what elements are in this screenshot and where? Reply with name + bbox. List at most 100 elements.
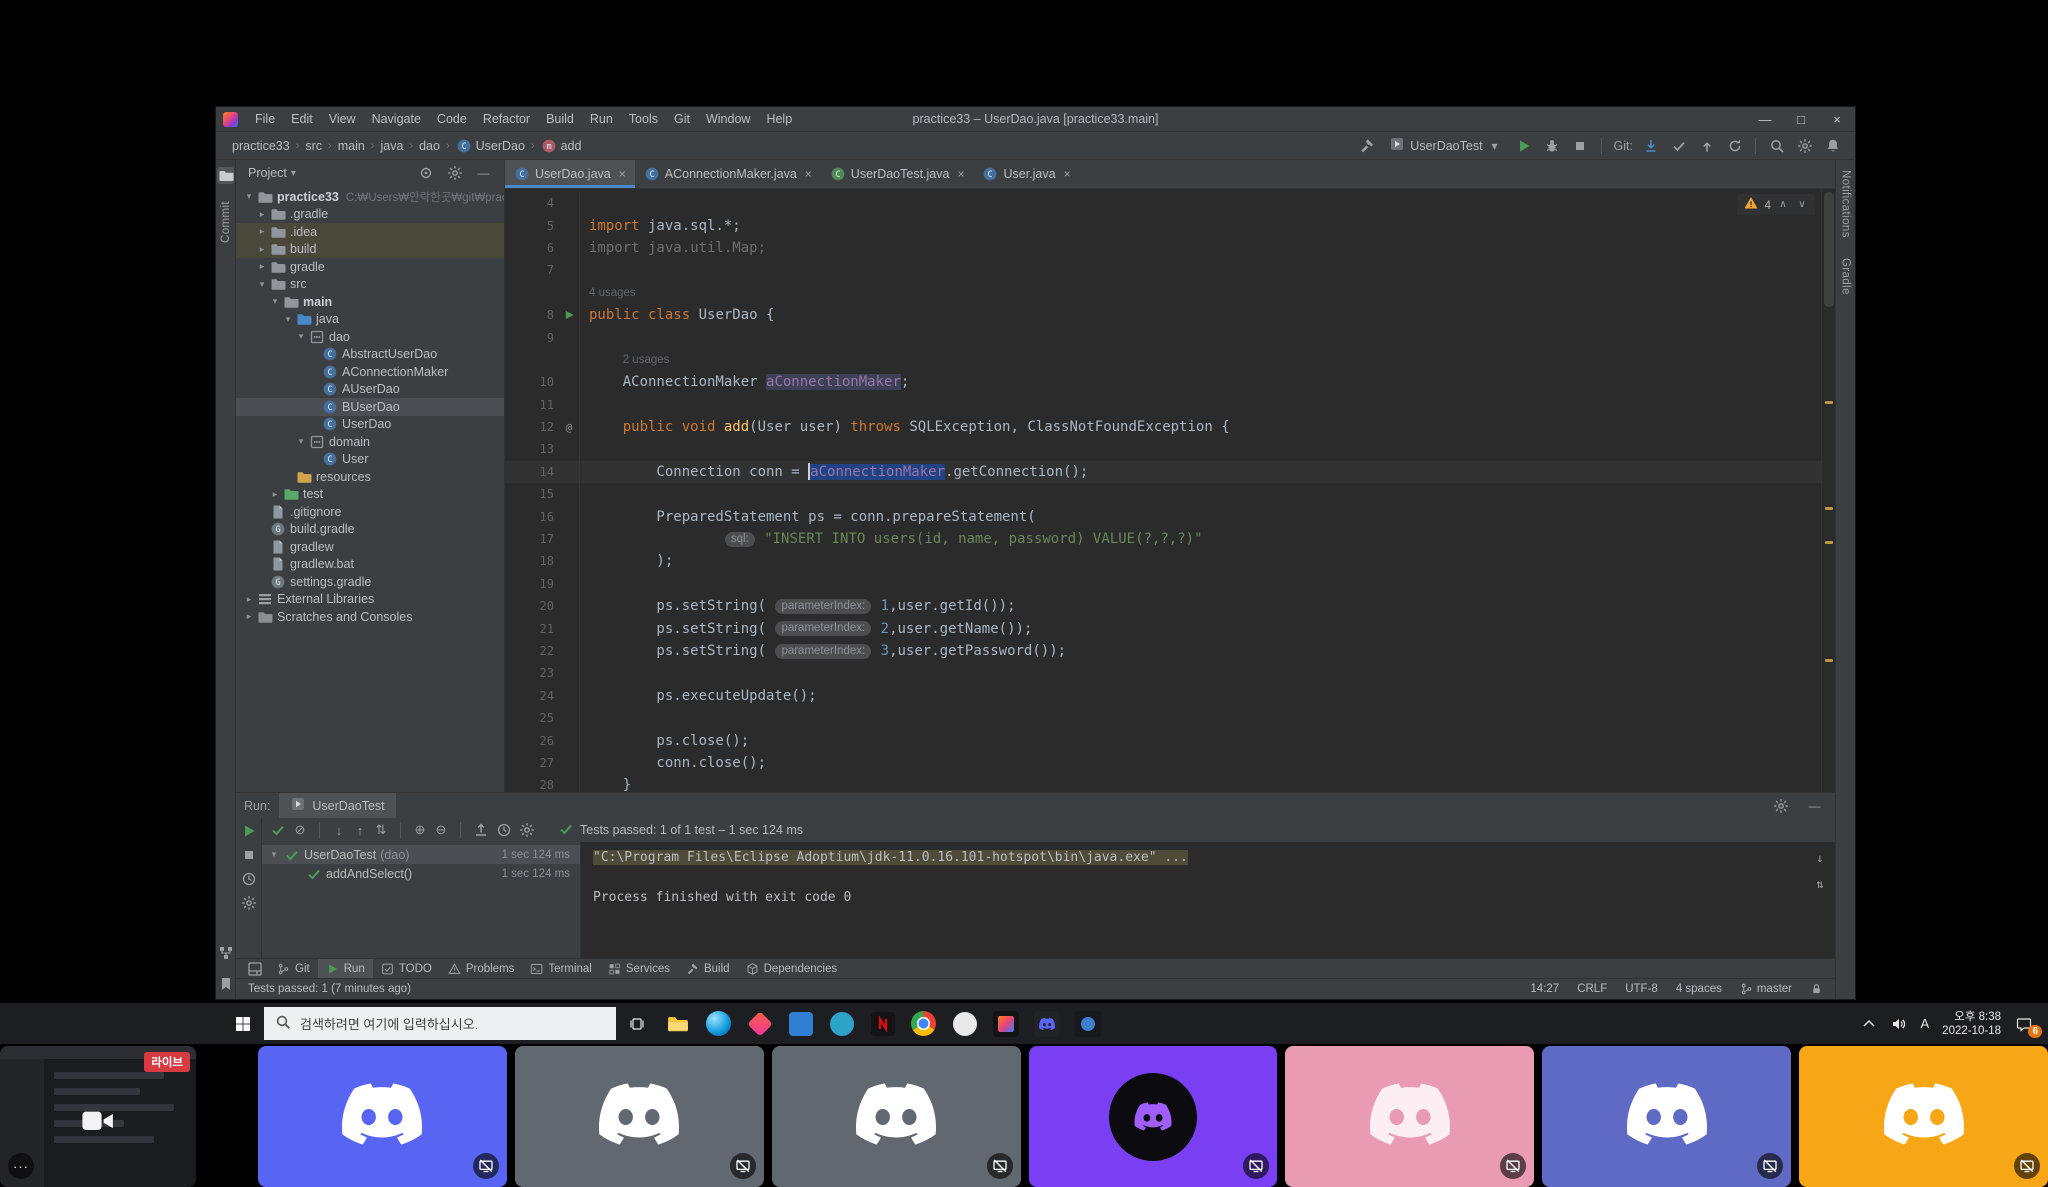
tool-window-button-dependencies[interactable]: Dependencies — [738, 959, 846, 978]
chevron-right-icon[interactable]: ▸ — [242, 611, 256, 622]
participant-tile-4[interactable] — [1029, 1046, 1278, 1187]
menu-code[interactable]: Code — [429, 107, 475, 131]
menu-tools[interactable]: Tools — [621, 107, 666, 131]
status-item-utf-8[interactable]: UTF-8 — [1625, 983, 1658, 995]
taskbar-edge-button[interactable] — [698, 1003, 739, 1044]
editor-scrollbar[interactable] — [1821, 189, 1835, 792]
dn-icon[interactable]: ↓ — [332, 822, 346, 838]
tree-item-test[interactable]: ▸test — [236, 486, 504, 504]
tree-item-build-gradle[interactable]: Gbuild.gradle — [236, 521, 504, 539]
tree-item-gradle[interactable]: ▸.gradle — [236, 206, 504, 224]
run-panel-options-button[interactable] — [1768, 795, 1793, 817]
build-button[interactable] — [1354, 135, 1379, 157]
tool-window-button-git[interactable]: Git — [269, 959, 318, 978]
next-problem-icon[interactable]: ∨ — [1795, 197, 1809, 213]
tab-close-icon[interactable]: × — [957, 167, 964, 181]
notifications-button[interactable] — [1820, 135, 1845, 157]
chevron-down-icon[interactable]: ▾ — [268, 296, 282, 307]
run-button[interactable] — [1512, 135, 1537, 157]
run-console[interactable]: "C:\Program Files\Eclipse Adoptium\jdk-1… — [581, 842, 1835, 958]
tool-window-button-run[interactable]: Run — [318, 959, 373, 978]
run-tab[interactable]: UserDaoTest — [279, 793, 395, 818]
tree-item-external-libraries[interactable]: ▸External Libraries — [236, 591, 504, 609]
chevron-right-icon[interactable]: ▸ — [242, 594, 256, 605]
participant-tile-3[interactable] — [772, 1046, 1021, 1187]
tool-window-button-todo[interactable]: TODO — [373, 959, 440, 978]
status-item[interactable] — [1810, 983, 1823, 996]
taskbar-task-view-button[interactable] — [616, 1003, 657, 1044]
taskbar-intellij-button[interactable] — [985, 1003, 1026, 1044]
bookmarks-tool-button[interactable] — [217, 975, 234, 992]
participant-tile-5[interactable] — [1285, 1046, 1534, 1187]
taskbar-toolbox-button[interactable] — [739, 1003, 780, 1044]
slash-icon[interactable]: ⊘ — [293, 822, 307, 838]
gradle-tool-button[interactable]: Gradle — [1840, 258, 1852, 295]
menu-run[interactable]: Run — [582, 107, 621, 131]
run-configuration-select[interactable]: UserDaoTest ▾ — [1382, 134, 1508, 157]
participant-tile-7[interactable] — [1799, 1046, 2048, 1187]
ime-indicator[interactable]: A — [1921, 1016, 1930, 1031]
breadcrumb-dao[interactable]: dao — [417, 139, 442, 153]
code-editor[interactable]: 45import java.sql.*;6import java.util.Ma… — [505, 189, 1835, 792]
taskbar-discord-button[interactable] — [1026, 1003, 1067, 1044]
taskbar-chrome-button[interactable] — [903, 1003, 944, 1044]
taskbar-app-blue-button[interactable] — [780, 1003, 821, 1044]
tab-close-icon[interactable]: × — [619, 167, 626, 181]
action-center-button[interactable]: 6 — [2014, 1014, 2034, 1034]
gear-icon[interactable] — [241, 895, 257, 911]
tree-item-src[interactable]: ▾src — [236, 276, 504, 294]
git-update-button[interactable] — [1638, 135, 1663, 157]
tree-item-gradlew-bat[interactable]: gradlew.bat — [236, 556, 504, 574]
tree-item-userdao[interactable]: CUserDao — [236, 416, 504, 434]
tree-item-build[interactable]: ▸build — [236, 241, 504, 259]
tree-item-java[interactable]: ▾java — [236, 311, 504, 329]
breadcrumb-java[interactable]: java — [378, 139, 405, 153]
minus-c-icon[interactable]: ⊖ — [434, 822, 448, 838]
taskbar-app-dark-button[interactable] — [1067, 1003, 1108, 1044]
hide-run-panel-button[interactable]: — — [1802, 795, 1827, 817]
tree-item-idea[interactable]: ▸.idea — [236, 223, 504, 241]
tab-close-icon[interactable]: × — [1064, 167, 1071, 181]
test-node-addandselect[interactable]: addAndSelect()1 sec 124 ms — [262, 864, 580, 883]
tree-item-scratches-and-consoles[interactable]: ▸Scratches and Consoles — [236, 608, 504, 626]
menu-file[interactable]: File — [247, 107, 283, 131]
volume-icon[interactable] — [1891, 1015, 1908, 1032]
settings-button[interactable] — [1792, 135, 1817, 157]
up-icon[interactable]: ↑ — [353, 822, 367, 838]
git-commit-button[interactable] — [1666, 135, 1691, 157]
tree-item-main[interactable]: ▾main — [236, 293, 504, 311]
chevron-right-icon[interactable]: ▸ — [255, 209, 269, 220]
project-tool-button[interactable] — [217, 167, 234, 184]
chevron-right-icon[interactable]: ▸ — [255, 244, 269, 255]
tool-window-button-terminal[interactable]: Terminal — [522, 959, 599, 978]
playsm-icon[interactable] — [561, 307, 577, 323]
chevron-down-icon[interactable]: ▾ — [255, 279, 269, 290]
menu-window[interactable]: Window — [698, 107, 758, 131]
maximize-button[interactable]: □ — [1783, 107, 1819, 131]
tray-chevron-up-icon[interactable] — [1861, 1015, 1878, 1032]
git-push-button[interactable] — [1694, 135, 1719, 157]
search-everywhere-button[interactable] — [1764, 135, 1789, 157]
gear-icon[interactable] — [519, 822, 535, 838]
tree-item-domain[interactable]: ▾domain — [236, 433, 504, 451]
soft-wrap-icon[interactable]: ⇅ — [1813, 876, 1827, 892]
menu-build[interactable]: Build — [538, 107, 582, 131]
breadcrumb-practice33[interactable]: practice33 — [230, 139, 292, 153]
chevron-down-icon[interactable]: ▾ — [291, 168, 296, 179]
participant-tile-1[interactable] — [258, 1046, 507, 1187]
stream-preview-tile[interactable]: 라이브··· — [0, 1046, 196, 1187]
history-icon[interactable] — [496, 822, 512, 838]
tree-item-abstractuserdao[interactable]: CAbstractUserDao — [236, 346, 504, 364]
breadcrumb-userdao[interactable]: CUserDao — [454, 138, 527, 154]
git-rollback-button[interactable] — [1722, 135, 1747, 157]
chevron-down-icon[interactable]: ▾ — [242, 191, 256, 202]
export-icon[interactable] — [473, 822, 489, 838]
stop-button[interactable] — [1568, 135, 1593, 157]
breadcrumb-main[interactable]: main — [336, 139, 367, 153]
sort-icon[interactable]: ⇅ — [374, 822, 388, 838]
inspections-widget[interactable]: 4 ∧ ∨ — [1737, 194, 1815, 215]
tree-item-resources[interactable]: resources — [236, 468, 504, 486]
tree-item-gitignore[interactable]: .gitignore — [236, 503, 504, 521]
chevron-right-icon[interactable]: ▸ — [255, 261, 269, 272]
taskbar-search-input[interactable]: 검색하려면 여기에 입력하십시오. — [264, 1007, 616, 1040]
